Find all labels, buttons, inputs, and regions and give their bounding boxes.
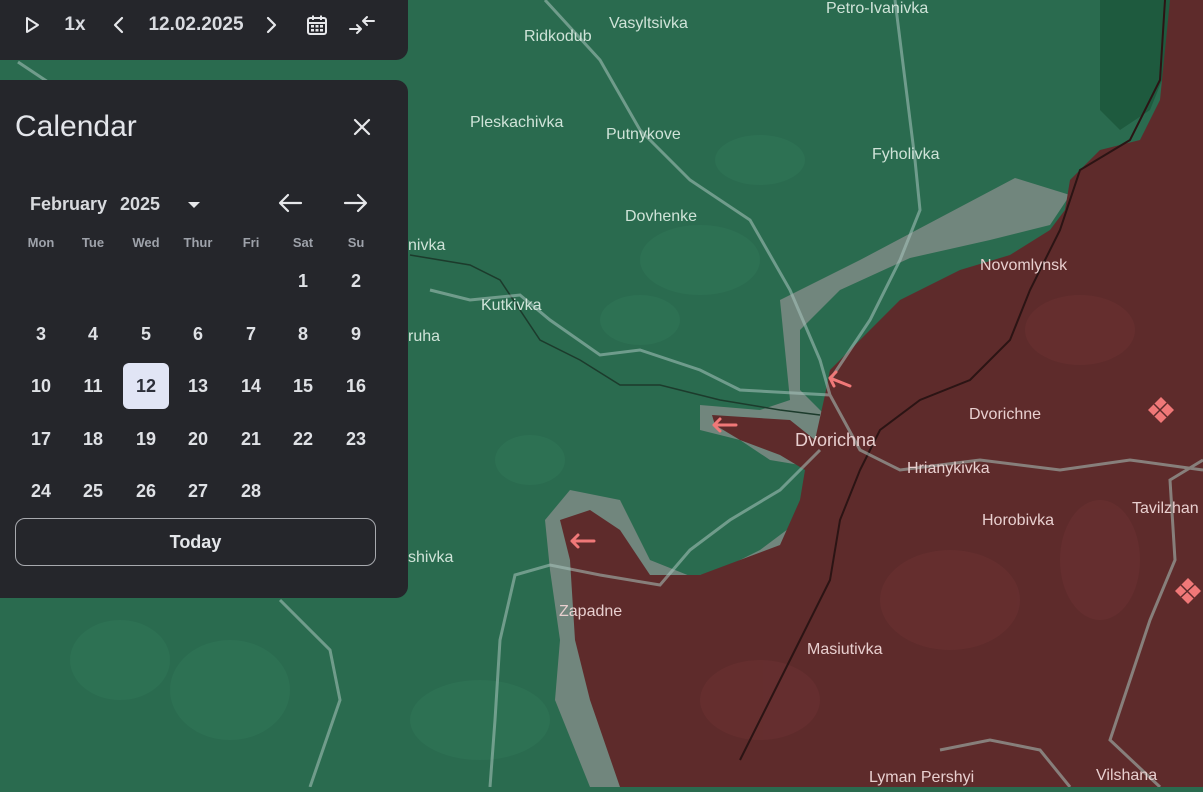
calendar-day[interactable]: 8 [280,311,326,357]
place-vasyltsivka: Vasyltsivka [609,15,688,32]
place-novomlynsk: Novomlynsk [980,257,1068,274]
place-dvorichna: Dvorichna [795,430,877,450]
calendar-day[interactable]: 21 [228,416,274,462]
weekday-label: Mon [27,235,55,250]
calendar-day[interactable]: 6 [175,311,221,357]
collapse-arrows-icon [349,16,375,34]
place-ruha-partial: ruha [408,328,441,345]
month-label[interactable]: February [30,194,107,215]
next-day-button[interactable] [256,0,286,50]
calendar-day[interactable]: 5 [123,311,169,357]
calendar-day[interactable]: 28 [228,468,274,514]
calendar-icon [307,15,327,35]
calendar-day[interactable]: 20 [175,416,221,462]
weekday-label: Sat [292,235,314,250]
close-icon [353,118,371,136]
previous-month-button[interactable] [276,190,306,216]
arrow-right-icon [343,193,368,213]
calendar-day[interactable]: 25 [70,468,116,514]
place-ridkodub: Ridkodub [524,28,592,45]
place-shivka-partial: shivka [408,549,454,566]
calendar-day[interactable]: 2 [333,258,379,304]
calendar-day[interactable]: 22 [280,416,326,462]
calendar-day[interactable]: 11 [70,363,116,409]
speed-button[interactable]: 1x [56,0,94,50]
calendar-day[interactable]: 4 [70,311,116,357]
place-dvorichne: Dvorichne [969,406,1042,423]
calendar-panel: Calendar February 2025 Mon Tue Wed Thur … [0,80,408,598]
timeline-toolbar: 1x 12.02.2025 [0,0,408,60]
calendar-day[interactable]: 17 [18,416,64,462]
place-horobivka: Horobivka [982,512,1055,529]
year-label[interactable]: 2025 [120,194,160,215]
place-pleskachivka: Pleskachivka [470,114,564,131]
play-button[interactable] [14,0,50,50]
chevron-left-icon [113,16,124,34]
today-button[interactable]: Today [15,518,376,566]
close-button[interactable] [346,111,378,143]
place-ivka-partial: nivka [408,237,446,254]
place-lyman-pershyi: Lyman Pershyi [869,769,975,786]
weekday-label: Su [347,235,365,250]
place-vilshana: Vilshana [1096,767,1158,784]
calendar-day[interactable]: 9 [333,311,379,357]
collapse-button[interactable] [344,0,380,50]
calendar-day[interactable]: 18 [70,416,116,462]
place-zapadne: Zapadne [559,603,623,620]
place-putnykove: Putnykove [606,126,681,143]
calendar-day[interactable]: 15 [280,363,326,409]
calendar-day[interactable]: 19 [123,416,169,462]
caret-down-icon [188,202,200,208]
date-label: 12.02.2025 [148,14,244,35]
calendar-day[interactable]: 3 [18,311,64,357]
weekday-label: Thur [183,235,213,250]
place-masiutivka: Masiutivka [807,641,883,658]
previous-day-button[interactable] [104,0,134,50]
calendar-day[interactable]: 13 [175,363,221,409]
calendar-day[interactable]: 16 [333,363,379,409]
place-petro-ivanivka: Petro-Ivanivka [826,0,929,17]
calendar-day[interactable]: 23 [333,416,379,462]
chevron-right-icon [266,16,277,34]
place-hrianykivka: Hrianykivka [907,460,990,477]
place-fyholivka: Fyholivka [872,146,940,163]
play-icon [26,17,39,33]
speed-label: 1x [64,14,86,35]
weekday-label: Wed [132,235,160,250]
calendar-day[interactable]: 10 [18,363,64,409]
calendar-button[interactable] [300,0,334,50]
calendar-day[interactable]: 14 [228,363,274,409]
weekday-label: Fri [242,235,260,250]
place-dovhenke: Dovhenke [625,208,698,225]
year-dropdown-button[interactable] [184,197,204,213]
arrow-left-icon [278,193,303,213]
calendar-day[interactable]: 27 [175,468,221,514]
calendar-day[interactable]: 7 [228,311,274,357]
current-date[interactable]: 12.02.2025 [140,0,252,50]
calendar-day[interactable]: 1 [280,258,326,304]
next-month-button[interactable] [340,190,370,216]
weekday-label: Tue [81,235,105,250]
place-kutkivka: Kutkivka [481,297,542,314]
calendar-day-selected[interactable]: 12 [123,363,169,409]
calendar-day[interactable]: 24 [18,468,64,514]
calendar-day[interactable]: 26 [123,468,169,514]
calendar-title: Calendar [15,110,137,143]
place-tavilzhan: Tavilzhan [1132,500,1199,517]
